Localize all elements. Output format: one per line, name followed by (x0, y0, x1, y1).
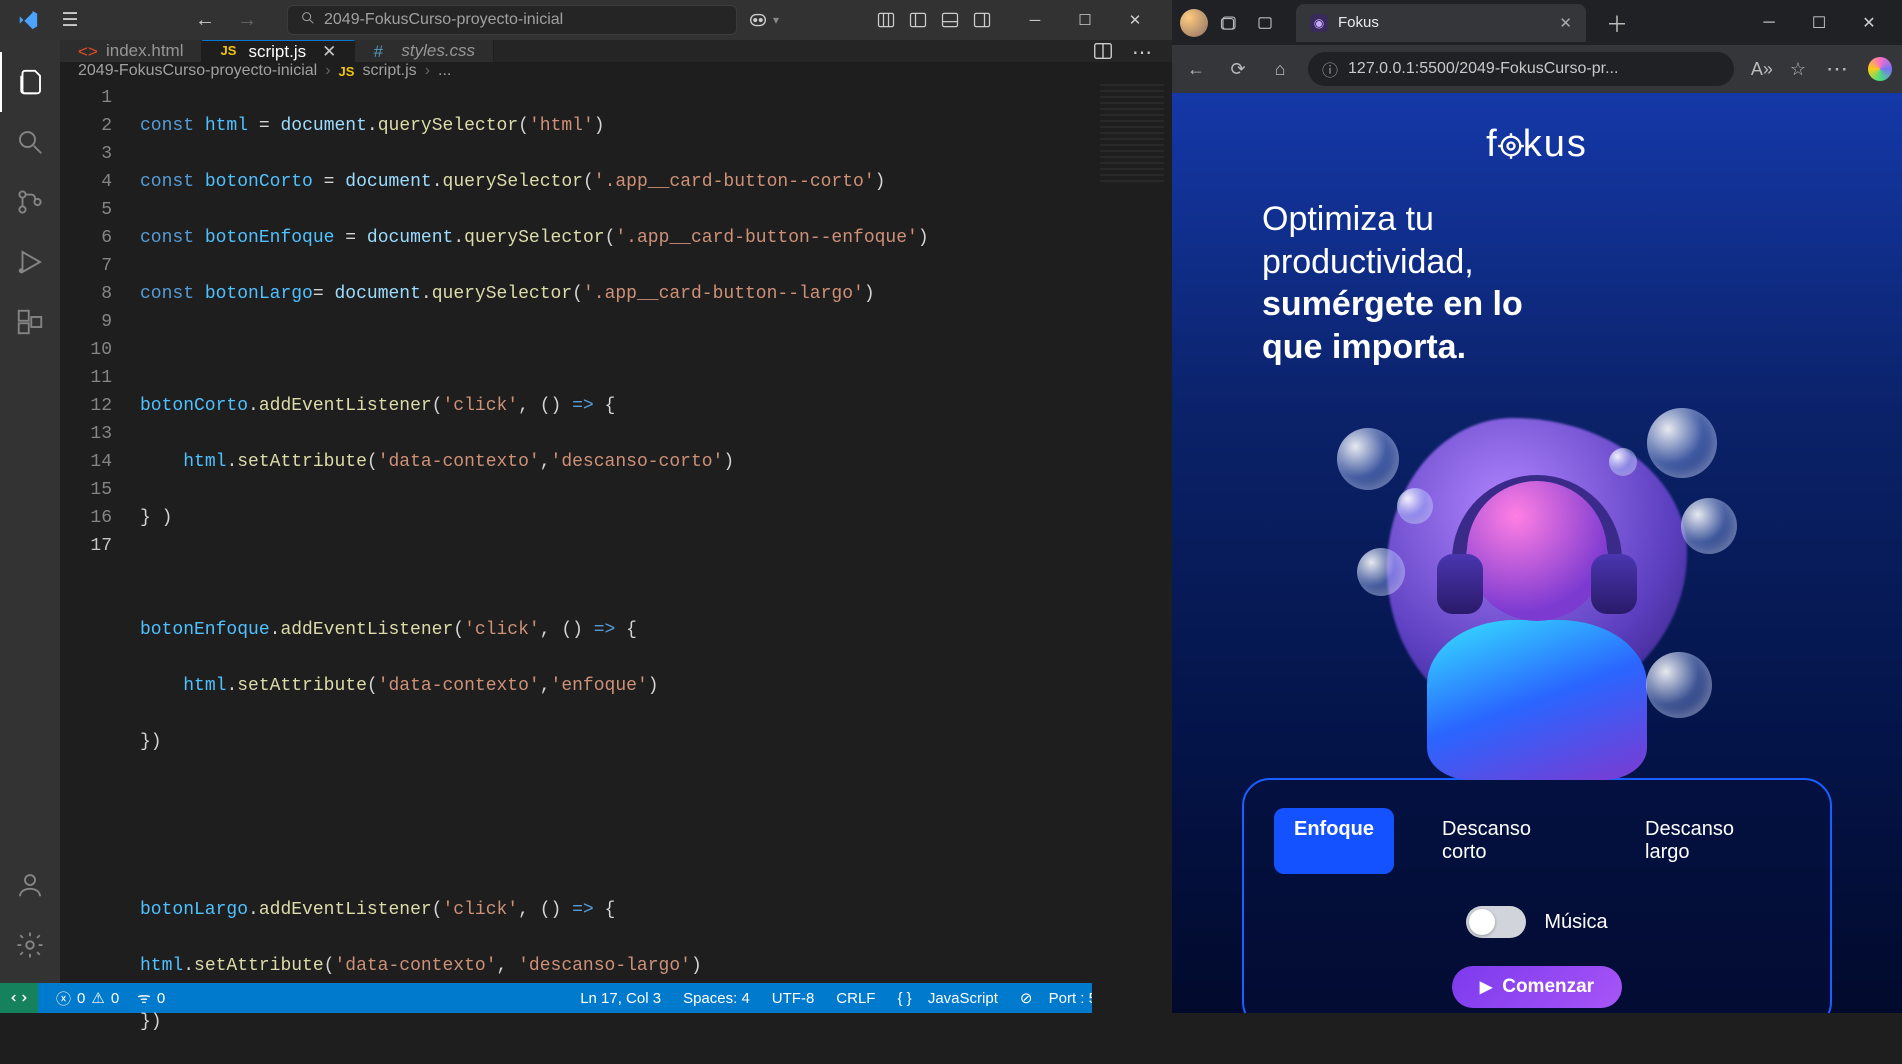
chevron-right-icon: › (325, 62, 330, 80)
tab-index-html[interactable]: <> index.html (60, 40, 202, 62)
breadcrumb-folder: 2049-FokusCurso-proyecto-inicial (78, 62, 317, 80)
headline-line4: que importa. (1262, 326, 1862, 369)
tab-descanso-corto[interactable]: Descanso corto (1422, 808, 1597, 874)
address-text: 127.0.0.1:5500/2049-FokusCurso-pr... (1348, 60, 1618, 78)
read-aloud-icon[interactable]: A» (1748, 59, 1776, 80)
start-button-label: Comenzar (1502, 976, 1594, 998)
search-placeholder-text: 2049-FokusCurso-proyecto-inicial (324, 11, 563, 29)
nav-refresh-icon[interactable]: ⟳ (1224, 59, 1252, 80)
minimap[interactable] (1092, 80, 1172, 1064)
new-tab-button[interactable]: ＋ (1596, 7, 1638, 39)
browser-menu-icon[interactable]: ⋯ (1820, 56, 1854, 82)
tab-close-icon[interactable]: ✕ (1559, 14, 1572, 32)
tab-label: script.js (248, 42, 306, 62)
hamburger-menu-icon[interactable]: ☰ (55, 9, 85, 32)
play-icon: ▶ (1480, 977, 1492, 997)
breadcrumb-trail: ... (438, 62, 451, 80)
nav-back-icon[interactable]: ← (1182, 59, 1210, 80)
browser-tab-title: Fokus (1338, 14, 1379, 31)
headline-line2: productividad, (1262, 241, 1862, 284)
window-maximize-icon[interactable]: ☐ (1794, 0, 1844, 45)
window-minimize-icon[interactable]: ─ (1744, 0, 1794, 45)
hero-illustration (1327, 398, 1747, 738)
site-info-icon[interactable]: ⓘ (1322, 57, 1338, 81)
fokus-card: Enfoque Descanso corto Descanso largo Mú… (1242, 778, 1832, 1013)
browser-tab-fokus[interactable]: ◉ Fokus ✕ (1296, 4, 1586, 42)
editor-tabs: <> index.html JS script.js ✕ # styles.cs… (60, 40, 1172, 62)
vscode-titlebar: ☰ ← → 2049-FokusCurso-proyecto-inicial ▾… (0, 0, 1172, 40)
search-icon (300, 10, 316, 31)
fokus-page: fkus Optimiza tu productividad, sumérget… (1172, 93, 1902, 1013)
music-toggle[interactable] (1466, 906, 1526, 938)
card-tabs: Enfoque Descanso corto Descanso largo (1274, 808, 1800, 874)
music-label: Música (1544, 911, 1607, 934)
activity-search-icon[interactable] (0, 112, 60, 172)
fokus-favicon-icon: ◉ (1310, 14, 1328, 32)
tab-enfoque[interactable]: Enfoque (1274, 808, 1394, 874)
code-editor[interactable]: 1 2 3 4 5 6 7 8 9 10 11 12 13 14 15 16 1… (60, 80, 1172, 1064)
nav-forward-icon[interactable]: → (237, 9, 257, 32)
browser-toolbar: ← ⟳ ⌂ ⓘ 127.0.0.1:5500/2049-FokusCurso-p… (1172, 45, 1902, 93)
code-content[interactable]: const html = document.querySelector('htm… (140, 80, 1092, 1064)
js-file-icon: JS (339, 64, 355, 79)
browser-window: ◉ Fokus ✕ ＋ ─ ☐ ✕ ← ⟳ ⌂ ⓘ 127.0.0.1:5500… (1172, 0, 1902, 1013)
activity-run-debug-icon[interactable] (0, 232, 60, 292)
window-minimize-icon[interactable]: ─ (1010, 0, 1060, 40)
js-file-icon: JS (220, 43, 238, 61)
activity-settings-icon[interactable] (0, 915, 60, 975)
css-file-icon: # (373, 42, 391, 60)
breadcrumb[interactable]: 2049-FokusCurso-proyecto-inicial › JS sc… (60, 62, 1172, 80)
more-actions-icon[interactable]: ⋯ (1132, 40, 1154, 62)
nav-home-icon[interactable]: ⌂ (1266, 59, 1294, 80)
profile-avatar-icon[interactable] (1180, 9, 1208, 37)
nav-back-icon[interactable]: ← (195, 9, 215, 32)
copilot-icon[interactable] (1868, 57, 1892, 81)
line-number-gutter: 1 2 3 4 5 6 7 8 9 10 11 12 13 14 15 16 1… (60, 80, 140, 1064)
tab-label: index.html (106, 41, 183, 61)
target-o-icon (1497, 132, 1525, 160)
remote-indicator-icon[interactable] (0, 983, 38, 1013)
layout-sidebar-right-icon[interactable] (972, 10, 992, 30)
tab-descanso-largo[interactable]: Descanso largo (1625, 808, 1800, 874)
music-toggle-row: Música (1274, 906, 1800, 938)
activity-account-icon[interactable] (0, 855, 60, 915)
tab-label: styles.css (401, 41, 475, 61)
tab-actions-icon[interactable] (1254, 14, 1276, 32)
layout-sidebar-left-icon[interactable] (908, 10, 928, 30)
workspaces-icon[interactable] (1218, 14, 1240, 32)
headline-line1: Optimiza tu (1262, 198, 1862, 241)
html-file-icon: <> (78, 42, 96, 60)
vscode-window: ☰ ← → 2049-FokusCurso-proyecto-inicial ▾… (0, 0, 1172, 1013)
favorite-star-icon[interactable]: ☆ (1790, 59, 1806, 80)
activity-explorer-icon[interactable] (0, 52, 60, 112)
breadcrumb-file: script.js (362, 62, 416, 80)
layout-panels-icon[interactable] (876, 10, 896, 30)
window-maximize-icon[interactable]: ☐ (1060, 0, 1110, 40)
activity-bar (0, 40, 60, 983)
split-editor-icon[interactable] (1092, 40, 1114, 62)
command-center-search[interactable]: 2049-FokusCurso-proyecto-inicial (287, 5, 737, 35)
address-bar[interactable]: ⓘ 127.0.0.1:5500/2049-FokusCurso-pr... (1308, 52, 1734, 86)
tab-styles-css[interactable]: # styles.css (355, 40, 494, 62)
activity-extensions-icon[interactable] (0, 292, 60, 352)
tab-close-icon[interactable]: ✕ (322, 42, 336, 62)
tab-script-js[interactable]: JS script.js ✕ (202, 40, 355, 62)
editor-region: <> index.html JS script.js ✕ # styles.cs… (60, 40, 1172, 983)
window-close-icon[interactable]: ✕ (1844, 0, 1894, 45)
layout-panel-bottom-icon[interactable] (940, 10, 960, 30)
browser-titlebar: ◉ Fokus ✕ ＋ ─ ☐ ✕ (1172, 0, 1902, 45)
headline-line3: sumérgete en lo (1262, 283, 1862, 326)
headline: Optimiza tu productividad, sumérgete en … (1212, 198, 1862, 368)
chevron-right-icon: › (425, 62, 430, 80)
start-button[interactable]: ▶ Comenzar (1452, 966, 1622, 1008)
vscode-logo-icon (0, 9, 55, 31)
activity-source-control-icon[interactable] (0, 172, 60, 232)
fokus-logo: fkus (1212, 123, 1862, 166)
copilot-icon[interactable]: ▾ (747, 9, 779, 31)
window-close-icon[interactable]: ✕ (1110, 0, 1160, 40)
